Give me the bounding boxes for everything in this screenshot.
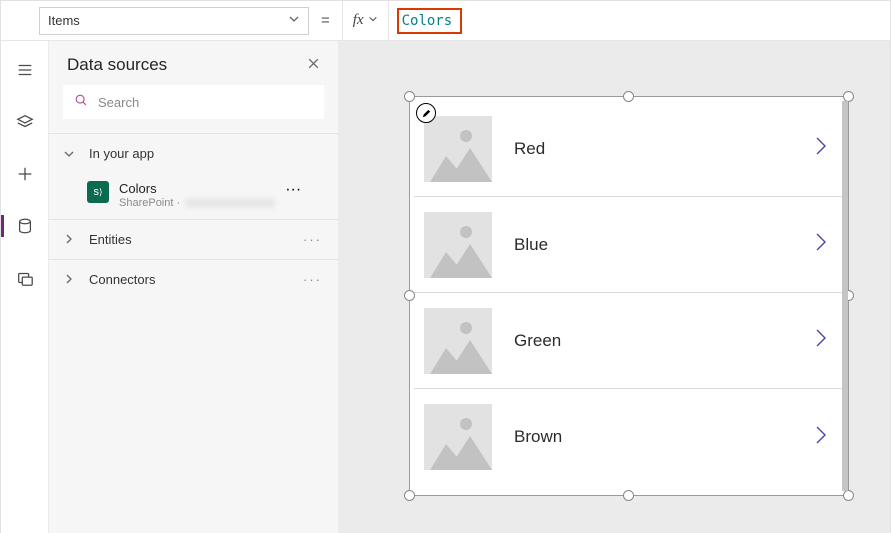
more-icon[interactable]: ··· [303,232,322,247]
item-title: Brown [514,427,792,447]
rail-data[interactable] [1,209,49,243]
chevron-right-icon[interactable] [814,231,828,258]
close-icon[interactable] [307,57,320,73]
formula-text: Colors [397,8,463,34]
panel-title: Data sources [67,55,167,75]
resize-handle[interactable] [404,490,415,501]
chevron-right-icon[interactable] [814,424,828,451]
search-input[interactable] [63,85,324,119]
chevron-right-icon [63,273,77,285]
rail-add[interactable] [1,157,49,191]
sharepoint-icon: s⟩ [87,181,109,203]
formula-input[interactable]: Colors [389,1,890,40]
property-name: Items [48,13,80,28]
list-item[interactable]: Brown [414,389,842,485]
rail-insert[interactable] [1,105,49,139]
section-entities[interactable]: Entities ··· [49,220,338,259]
section-label: In your app [89,146,154,161]
chevron-down-icon [368,14,378,27]
image-placeholder-icon [424,116,492,182]
image-placeholder-icon [424,212,492,278]
chevron-down-icon [63,148,77,160]
fx-label: fx [353,12,364,29]
image-placeholder-icon [424,308,492,374]
more-icon[interactable]: ··· [285,181,301,199]
section-label: Connectors [89,272,155,287]
chevron-right-icon[interactable] [814,327,828,354]
equals-icon: = [321,12,330,29]
search-field[interactable] [96,94,313,111]
data-source-entry[interactable]: s⟩ Colors SharePoint · ··· [49,173,338,219]
more-icon[interactable]: ··· [303,272,322,287]
scrollbar[interactable] [842,101,848,491]
section-label: Entities [89,232,132,247]
data-source-connector: SharePoint · [119,197,275,209]
search-icon [74,93,88,112]
rail-tree-view[interactable] [1,53,49,87]
list-item[interactable]: Red [414,101,842,197]
data-sources-panel: Data sources In your app [49,41,339,533]
section-in-your-app[interactable]: In your app [49,134,338,173]
formula-bar: Items = fx Colors [1,1,890,41]
canvas[interactable]: Red Blue Green Brown [339,41,890,533]
left-rail [1,41,49,533]
rail-media[interactable] [1,261,49,295]
resize-handle[interactable] [623,490,634,501]
list-item[interactable]: Blue [414,197,842,293]
resize-handle[interactable] [843,490,854,501]
item-title: Green [514,331,792,351]
item-title: Red [514,139,792,159]
section-connectors[interactable]: Connectors ··· [49,260,338,299]
gallery-items: Red Blue Green Brown [414,101,842,491]
chevron-right-icon [63,233,77,245]
chevron-down-icon [288,13,300,28]
list-item[interactable]: Green [414,293,842,389]
property-selector[interactable]: Items [39,7,309,35]
fx-button[interactable]: fx [343,12,382,29]
gallery-control[interactable]: Red Blue Green Brown [409,96,849,496]
chevron-right-icon[interactable] [814,135,828,162]
data-source-name: Colors [119,181,275,197]
edit-icon[interactable] [416,103,436,123]
item-title: Blue [514,235,792,255]
image-placeholder-icon [424,404,492,470]
